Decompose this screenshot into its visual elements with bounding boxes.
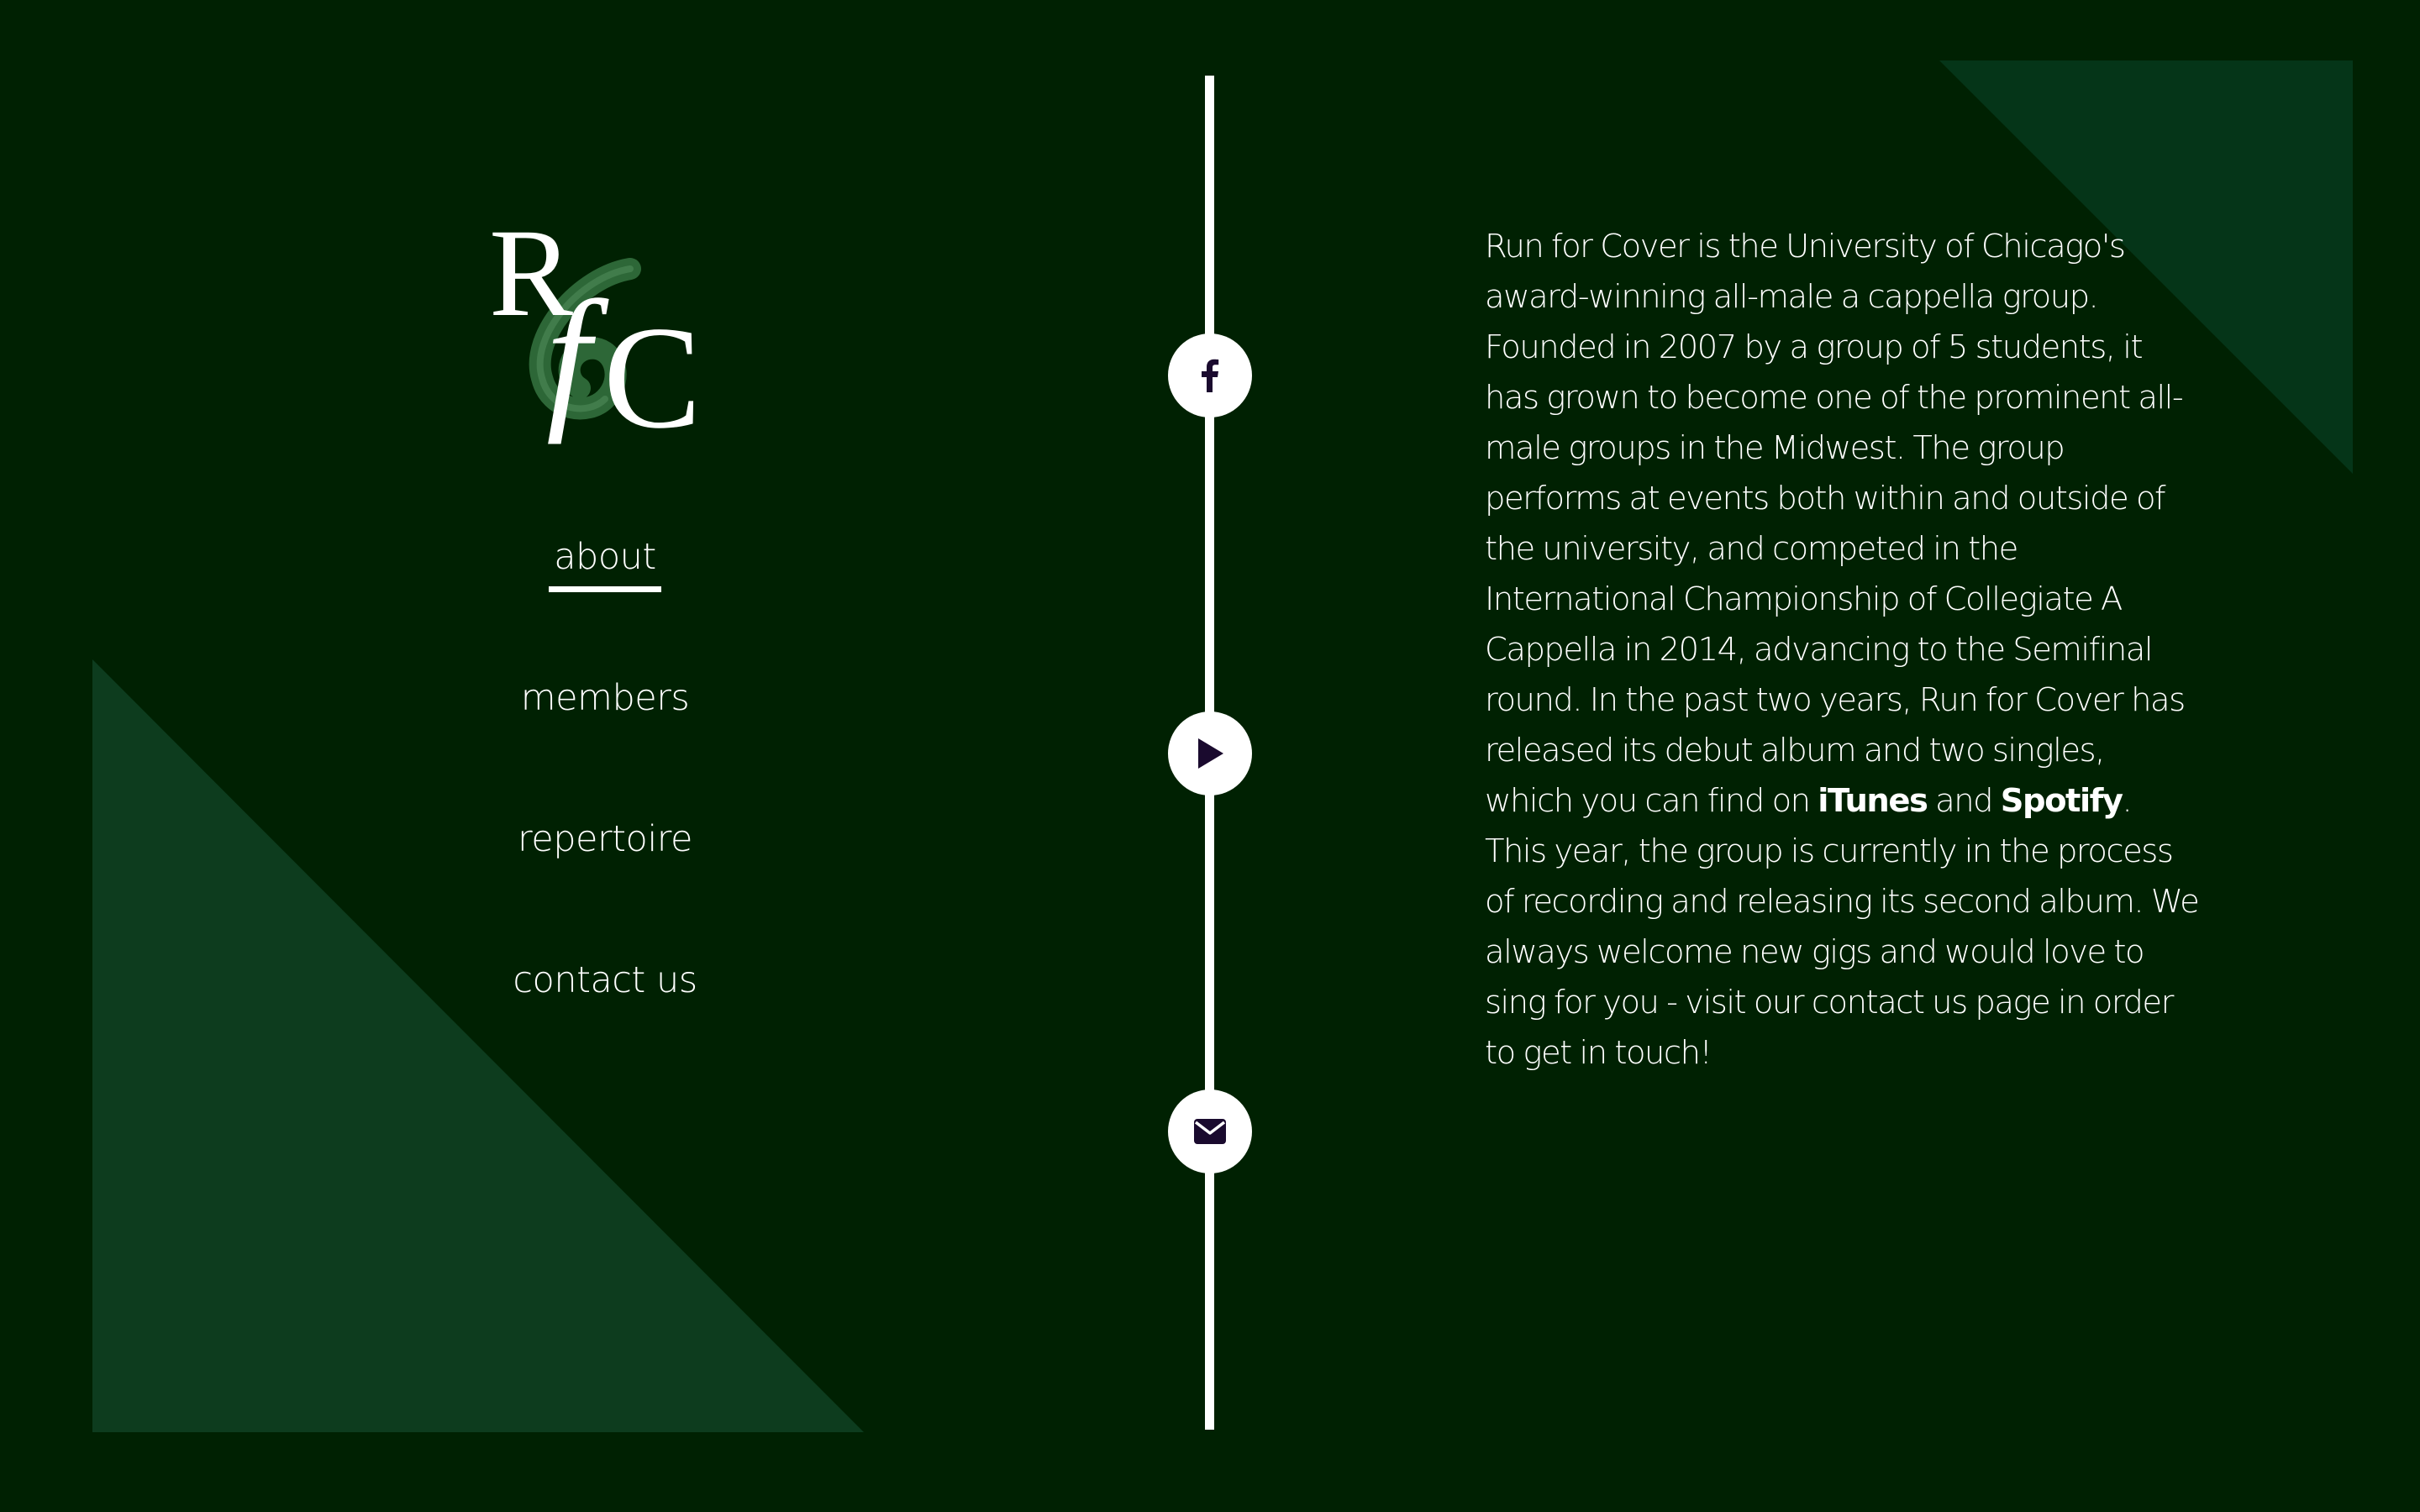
nav-link-contact-us[interactable]: contact us (508, 953, 702, 1011)
about-text-part-3: . This year, the group is currently in t… (1485, 782, 2200, 1072)
rfc-logo-graphic: R f C (489, 203, 702, 459)
nav-item-about: about (437, 529, 773, 670)
play-button[interactable] (1168, 711, 1252, 795)
nav-link-about[interactable]: about (549, 529, 661, 592)
about-text-part-2: and (1927, 782, 2001, 820)
nav-item-contact-us: contact us (437, 953, 773, 1094)
email-button[interactable] (1168, 1089, 1252, 1173)
page: R f C about members repertoire contact u… (0, 0, 2420, 1512)
nav-link-repertoire[interactable]: repertoire (513, 811, 697, 870)
about-text-part-1: Run for Cover is the University of Chica… (1485, 228, 2186, 820)
main-nav: about members repertoire contact us (437, 529, 773, 1094)
about-paragraph: Run for Cover is the University of Chica… (1485, 222, 2200, 1079)
svg-text:C: C (603, 296, 702, 459)
play-icon (1198, 738, 1223, 769)
nav-item-repertoire: repertoire (437, 811, 773, 953)
spotify-link[interactable]: Spotify (2001, 782, 2123, 820)
rfc-logo[interactable]: R f C (479, 203, 731, 462)
nav-item-members: members (437, 670, 773, 811)
nav-link-members[interactable]: members (516, 670, 695, 729)
facebook-icon (1202, 359, 1219, 392)
facebook-button[interactable] (1168, 333, 1252, 417)
envelope-icon (1194, 1119, 1226, 1144)
itunes-link[interactable]: iTunes (1818, 782, 1928, 820)
